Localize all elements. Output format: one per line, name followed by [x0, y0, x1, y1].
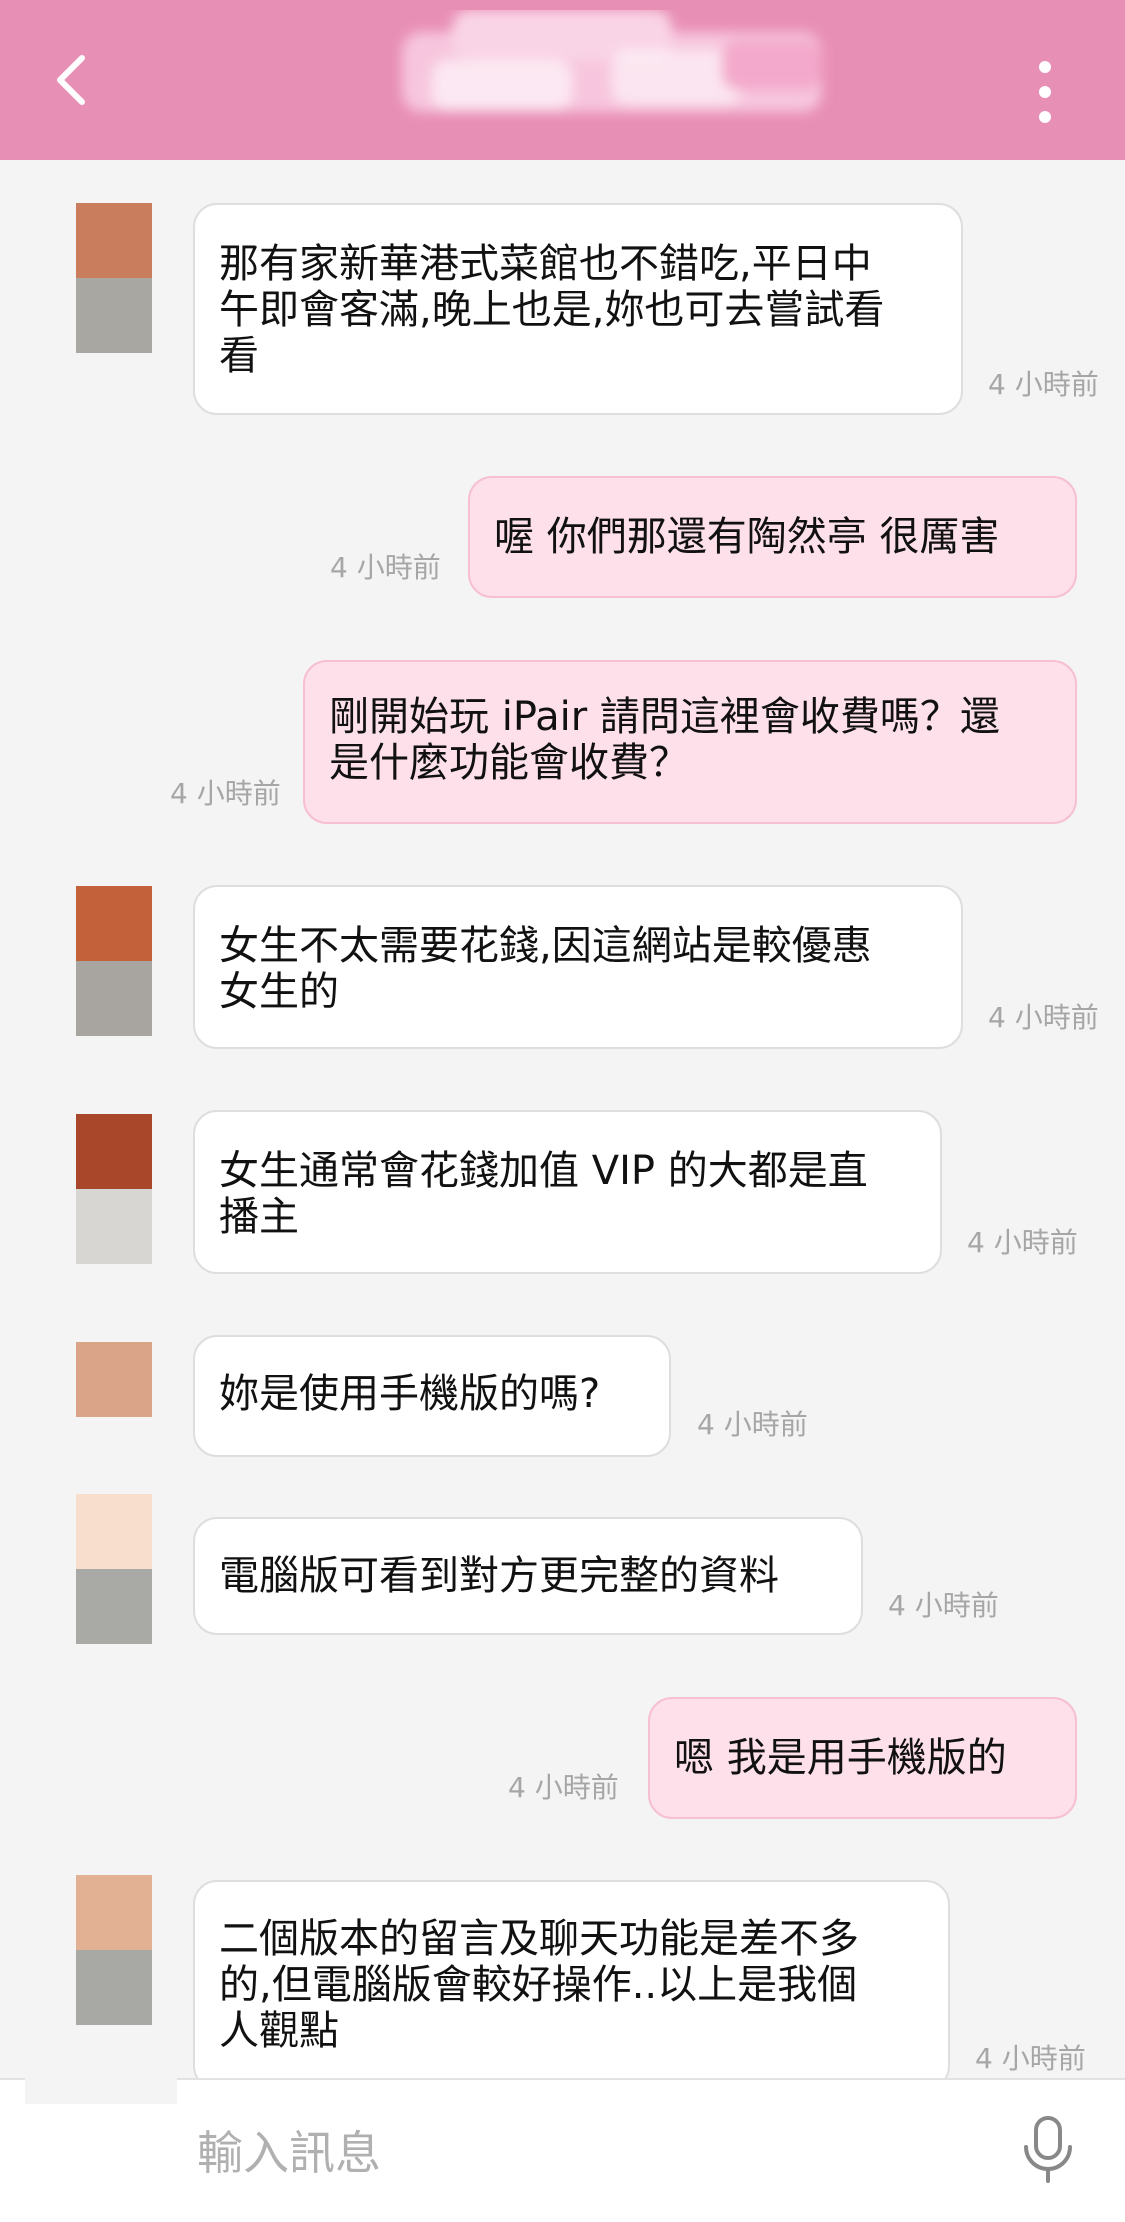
avatar[interactable] [76, 1114, 152, 1264]
chat-header [0, 0, 1125, 160]
avatar-photo-top [76, 203, 152, 278]
back-button[interactable] [40, 48, 104, 112]
avatar-photo-bottom [76, 961, 152, 1036]
message-time: 4 小時前 [330, 551, 441, 584]
chat-message-list[interactable]: 那有家新華港式菜館也不錯吃,平日中 午即會客滿,晚上也是,妳也可去嘗試看 看 4… [0, 160, 1125, 2080]
avatar[interactable] [76, 886, 152, 1036]
avatar[interactable] [76, 1494, 152, 1644]
message-time: 4 小時前 [988, 368, 1099, 401]
avatar-photo-bottom [76, 278, 152, 353]
message-bubble[interactable]: 那有家新華港式菜館也不錯吃,平日中 午即會客滿,晚上也是,妳也可去嘗試看 看 [193, 203, 963, 415]
microphone-icon[interactable] [1020, 2115, 1076, 2185]
message-bubble[interactable]: 妳是使用手機版的嗎? [193, 1335, 671, 1457]
message-time: 4 小時前 [508, 1771, 619, 1804]
message-time: 4 小時前 [170, 777, 281, 810]
message-input[interactable] [195, 2112, 979, 2194]
input-bar-divider [25, 2078, 177, 2104]
avatar-photo-top [76, 1342, 152, 1417]
avatar-photo-top [76, 1114, 152, 1189]
more-options-button[interactable] [1015, 55, 1075, 129]
avatar-photo-bottom [76, 1189, 152, 1264]
message-bubble[interactable]: 嗯 我是用手機版的 [648, 1697, 1077, 1819]
message-bubble[interactable]: 剛開始玩 iPair 請問這裡會收費嗎？還 是什麼功能會收費？ [303, 660, 1077, 824]
message-time: 4 小時前 [988, 1001, 1099, 1034]
avatar-photo-top [76, 1875, 152, 1950]
message-time: 4 小時前 [975, 2042, 1086, 2075]
message-time: 4 小時前 [967, 1226, 1078, 1259]
avatar-photo-top [76, 1494, 152, 1569]
blurred-contact-name [402, 10, 822, 112]
more-vertical-icon [1039, 61, 1051, 73]
message-time: 4 小時前 [888, 1589, 999, 1622]
avatar-photo-top [76, 886, 152, 961]
message-bubble[interactable]: 女生不太需要花錢,因這網站是較優惠 女生的 [193, 885, 963, 1049]
avatar[interactable] [76, 1342, 152, 1417]
avatar-photo-bottom [76, 1950, 152, 2025]
message-bubble[interactable]: 電腦版可看到對方更完整的資料 [193, 1517, 863, 1635]
message-bubble[interactable]: 喔 你們那還有陶然亭 很厲害 [468, 476, 1077, 598]
message-time: 4 小時前 [697, 1408, 808, 1441]
message-bubble[interactable]: 二個版本的留言及聊天功能是差不多 的,但電腦版會較好操作..以上是我個 人觀點 [193, 1880, 950, 2080]
chevron-left-icon [57, 55, 85, 105]
avatar-photo-bottom [76, 1569, 152, 1644]
avatar[interactable] [76, 203, 152, 353]
avatar[interactable] [76, 1875, 152, 2025]
message-bubble[interactable]: 女生通常會花錢加值 VIP 的大都是直 播主 [193, 1110, 942, 1274]
